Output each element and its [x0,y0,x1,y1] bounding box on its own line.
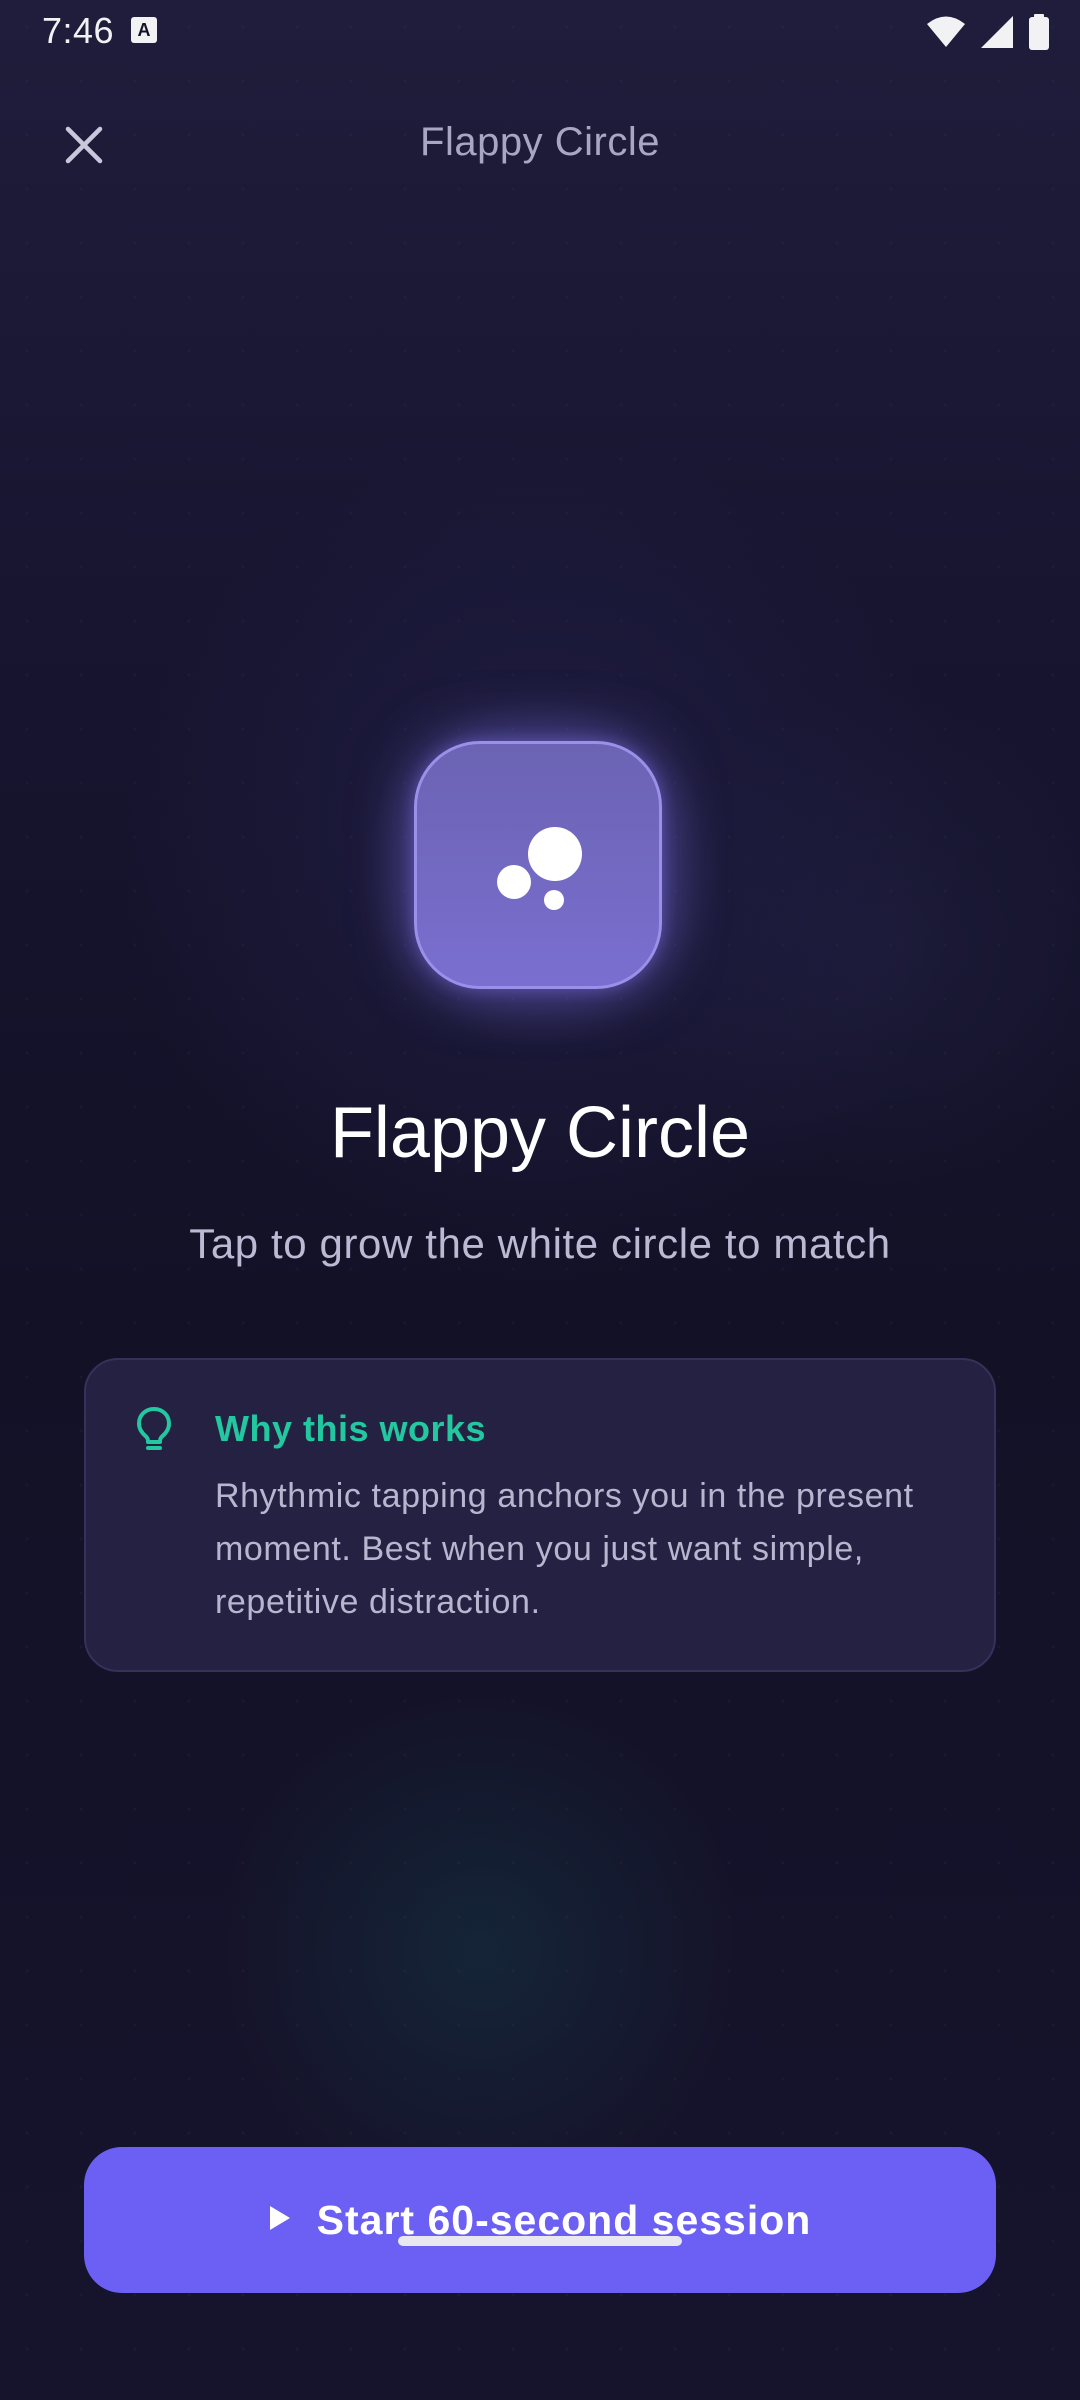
lightbulb-icon [136,1406,172,1457]
wifi-icon [926,15,966,49]
status-time: 7:46 [42,10,115,51]
battery-icon [1028,14,1050,50]
game-title: Flappy Circle [329,1093,751,1173]
play-icon [269,2205,291,2236]
status-icons [926,12,1050,52]
bubble-large [528,827,582,881]
notification-badge: A [131,17,157,43]
bubble-small [544,890,564,910]
game-subtitle: Tap to grow the white circle to match [189,1220,891,1267]
status-bar: 7:46 A [0,0,1080,62]
card-body: Rhythmic tapping anchors you in the pres… [215,1477,914,1621]
game-icon-tile [414,741,662,989]
signal-icon [980,15,1014,49]
start-session-button[interactable]: Start 60-second session [84,2147,996,2293]
background-dot-pattern [0,0,1080,2400]
topbar-title: Flappy Circle [420,120,660,164]
info-card: Why this works Rhythmic tapping anchors … [84,1358,996,1672]
bubble-medium [497,865,531,899]
home-indicator[interactable] [398,2236,682,2246]
card-heading: Why this works [215,1408,487,1449]
